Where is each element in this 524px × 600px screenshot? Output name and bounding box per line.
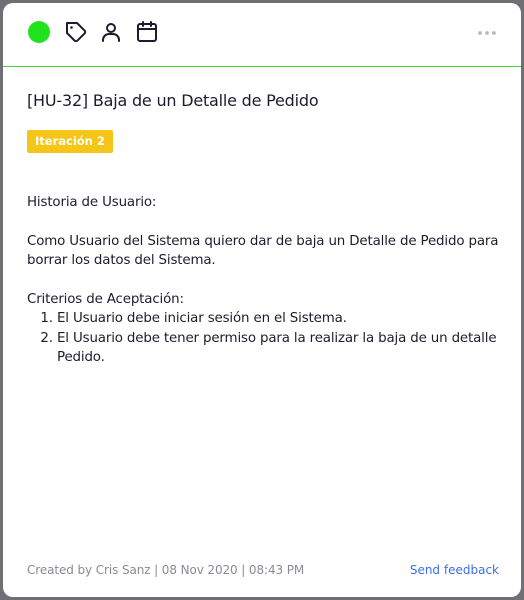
- criteria-item: El Usuario debe iniciar sesión en el Sis…: [57, 309, 505, 329]
- created-by-meta: Created by Cris Sanz | 08 Nov 2020 | 08:…: [27, 563, 305, 577]
- card-title[interactable]: [HU-32] Baja de un Detalle de Pedido: [27, 91, 319, 110]
- tag-icon[interactable]: [64, 20, 88, 44]
- send-feedback-link[interactable]: Send feedback: [410, 563, 499, 577]
- more-horizontal-icon[interactable]: [475, 21, 499, 45]
- user-icon[interactable]: [99, 20, 123, 44]
- description-heading: Historia de Usuario:: [27, 195, 157, 210]
- user-story-text: Como Usuario del Sistema quiero dar de b…: [27, 233, 499, 269]
- criteria-item: El Usuario debe tener permiso para la re…: [57, 329, 505, 368]
- card-toolbar: [3, 3, 521, 67]
- status-indicator[interactable]: [28, 21, 50, 43]
- card-description: Historia de Usuario: Como Usuario del Si…: [27, 193, 505, 368]
- criteria-heading: Criterios de Aceptación:: [27, 291, 184, 307]
- iteration-badge: Iteración 2: [27, 130, 113, 153]
- card-detail: [HU-32] Baja de un Detalle de Pedido Ite…: [3, 3, 521, 597]
- criteria-list: El Usuario debe iniciar sesión en el Sis…: [27, 309, 505, 368]
- calendar-icon[interactable]: [135, 20, 159, 44]
